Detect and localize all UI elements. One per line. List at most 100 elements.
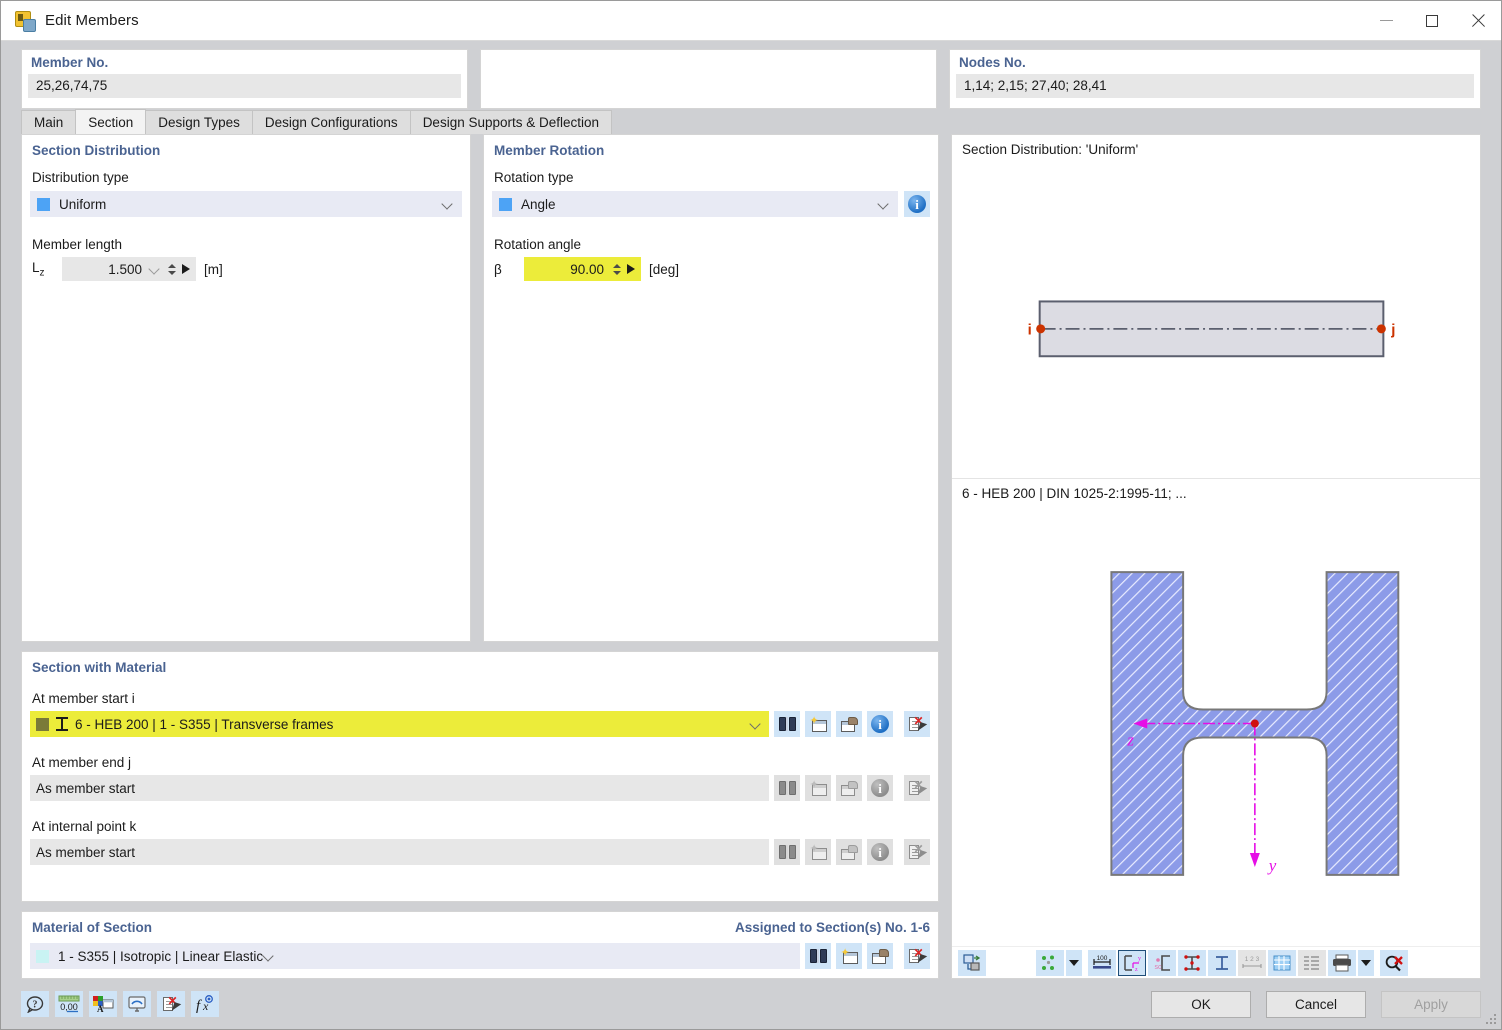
delete-icon: ✕ — [908, 715, 927, 733]
member-diagram: i j — [1028, 300, 1395, 358]
section-new-button[interactable]: ✦ — [805, 711, 831, 737]
dimensions-button[interactable]: 100 — [1088, 949, 1116, 976]
at-internal-point-label: At internal point k — [32, 819, 137, 834]
view-mode-button[interactable] — [123, 991, 151, 1017]
rotation-angle-apply-icon[interactable] — [627, 264, 635, 274]
at-internal-point-value: As member start — [36, 844, 136, 860]
end-library-button — [774, 775, 800, 801]
distribution-type-combo[interactable]: Uniform — [30, 191, 462, 217]
svg-text:z: z — [1126, 730, 1134, 749]
svg-text:j: j — [1390, 321, 1395, 338]
distribution-canvas[interactable]: i j — [952, 157, 1480, 459]
material-of-section-title: Material of Section — [32, 920, 153, 935]
at-internal-point-combo[interactable]: As member start — [30, 839, 769, 865]
open-section-icon — [840, 844, 858, 860]
header-strip: Member No. 25,26,74,75 Nodes No. 1,14; 2… — [1, 41, 1501, 109]
nodes-no-value[interactable]: 1,14; 2,15; 27,40; 28,41 — [956, 74, 1474, 98]
tab-design-types[interactable]: Design Types — [145, 110, 253, 134]
close-button[interactable] — [1455, 1, 1501, 40]
rotation-type-combo[interactable]: Angle — [492, 191, 898, 217]
section-caption: 6 - HEB 200 | DIN 1025-2:1995-11; ... — [962, 486, 1187, 501]
material-of-section-panel: Material of Section Assigned to Section(… — [21, 911, 939, 979]
material-combo[interactable]: 1 - S355 | Isotropic | Linear Elastic — [30, 943, 800, 969]
preview-column: Section Distribution: 'Uniform' i j 6 - … — [951, 134, 1481, 979]
zoom-reset-button[interactable] — [1380, 949, 1408, 976]
resize-grip[interactable] — [1486, 1014, 1498, 1026]
library-icon — [809, 949, 827, 963]
window-title: Edit Members — [45, 12, 139, 29]
end-edit-button — [836, 775, 862, 801]
help-button[interactable]: ? — [21, 991, 49, 1017]
maximize-button[interactable] — [1409, 1, 1455, 40]
open-section-icon — [840, 780, 858, 796]
axis-system-button[interactable]: y z — [1118, 949, 1146, 976]
section-preview: 6 - HEB 200 | DIN 1025-2:1995-11; ... y … — [952, 478, 1480, 946]
section-with-material-title: Section with Material — [32, 660, 167, 675]
material-new-button[interactable]: ✦ — [836, 943, 862, 969]
material-header: Material of Section Assigned to Section(… — [30, 919, 930, 943]
ok-button[interactable]: OK — [1151, 990, 1251, 1018]
rotation-angle-row: β 90.00 [deg] — [494, 257, 930, 281]
print-icon — [1333, 954, 1351, 971]
at-member-end-value: As member start — [36, 780, 136, 796]
at-member-end-combo[interactable]: As member start — [30, 775, 769, 801]
tab-section[interactable]: Section — [75, 109, 147, 134]
member-length-apply-icon[interactable] — [182, 264, 190, 274]
units-decimals-button[interactable]: 0,00 — [55, 991, 83, 1017]
display-properties-button[interactable]: A — [89, 991, 117, 1017]
tab-design-configurations[interactable]: Design Configurations — [251, 110, 411, 134]
rotation-type-row: Angle i — [492, 191, 930, 217]
member-length-field[interactable]: 1.500 — [62, 257, 196, 281]
library-icon — [778, 781, 796, 795]
material-edit-button[interactable] — [867, 943, 893, 969]
tab-main[interactable]: Main — [21, 110, 77, 134]
shear-center-button[interactable]: sc — [1148, 949, 1176, 976]
rotation-type-value: Angle — [521, 196, 556, 212]
section-info-button[interactable]: i — [867, 711, 893, 737]
formula-button[interactable]: f x — [191, 991, 219, 1017]
chevron-down-icon — [263, 950, 275, 962]
open-section-icon — [840, 716, 858, 732]
member-length-stepper[interactable] — [166, 260, 177, 278]
svg-text:A: A — [97, 1004, 104, 1013]
tab-design-supports-deflection[interactable]: Design Supports & Deflection — [409, 110, 613, 134]
section-library-button[interactable] — [774, 711, 800, 737]
internal-library-button — [774, 839, 800, 865]
end-new-button: ✦ — [805, 775, 831, 801]
bottom-bar: ? 0,00 A ✕ f x OK Cancel Apply — [1, 979, 1501, 1029]
stress-points-button[interactable] — [1178, 949, 1206, 976]
cancel-button[interactable]: Cancel — [1266, 990, 1366, 1018]
at-member-start-combo[interactable]: 6 - HEB 200 | 1 - S355 | Transverse fram… — [30, 711, 769, 737]
member-no-value[interactable]: 25,26,74,75 — [28, 74, 461, 98]
grid-button[interactable] — [1268, 949, 1296, 976]
at-member-end-label: At member end j — [32, 755, 132, 770]
section-canvas[interactable]: y z — [952, 501, 1480, 946]
chevron-down-icon[interactable] — [148, 263, 161, 275]
rotation-angle-stepper[interactable] — [611, 260, 622, 278]
point-display-button[interactable] — [1036, 949, 1064, 976]
chevron-down-icon — [1361, 959, 1371, 966]
help-icon: ? — [26, 995, 44, 1013]
at-member-start-label: At member start i — [32, 691, 135, 706]
section-parts-button[interactable] — [1208, 949, 1236, 976]
render-mode-button[interactable] — [958, 949, 986, 976]
nodes-no-box: Nodes No. 1,14; 2,15; 27,40; 28,41 — [949, 49, 1481, 109]
material-delete-button[interactable]: ✕ — [904, 943, 930, 969]
stress-points-icon — [1184, 954, 1200, 971]
minimize-button[interactable] — [1363, 1, 1409, 40]
point-display-dropdown-button[interactable] — [1066, 949, 1082, 976]
minimize-icon — [1379, 20, 1393, 21]
delete-object-button[interactable]: ✕ — [157, 991, 185, 1017]
rotation-angle-field[interactable]: 90.00 — [524, 257, 641, 281]
material-library-button[interactable] — [805, 943, 831, 969]
material-value: 1 - S355 | Isotropic | Linear Elastic — [58, 948, 264, 964]
left-column: Section Distribution Distribution type U… — [21, 134, 939, 979]
section-edit-button[interactable] — [836, 711, 862, 737]
distribution-type-swatch — [37, 197, 50, 211]
internal-info-button: i — [867, 839, 893, 865]
section-delete-button[interactable]: ✕ — [904, 711, 930, 737]
print-button[interactable] — [1328, 949, 1356, 976]
rotation-type-info-button[interactable]: i — [904, 191, 930, 217]
render-mode-icon — [962, 953, 980, 971]
print-dropdown-button[interactable] — [1358, 949, 1374, 976]
